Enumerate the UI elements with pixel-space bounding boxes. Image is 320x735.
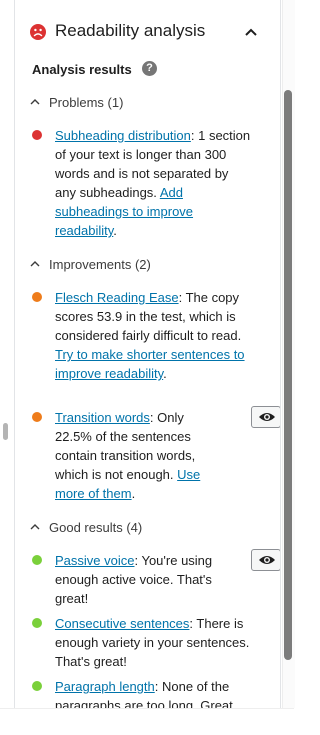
status-bullet-orange <box>32 412 42 422</box>
scrollbar-thumb[interactable] <box>284 90 292 660</box>
status-bullet-green <box>32 618 42 628</box>
group-problems-toggle[interactable]: Problems (1) <box>29 95 123 111</box>
result-paragraph-length: Paragraph length: None of the paragraphs… <box>29 677 279 708</box>
readability-header[interactable]: Readability analysis <box>15 14 280 50</box>
result-title-link[interactable]: Subheading distribution <box>55 128 191 143</box>
status-bullet-green <box>32 681 42 691</box>
help-icon[interactable]: ? <box>142 61 157 76</box>
result-title-link[interactable]: Paragraph length <box>55 679 155 694</box>
chevron-up-icon <box>30 99 40 105</box>
result-text: Passive voice: You're using enough activ… <box>55 553 213 606</box>
result-title-link[interactable]: Passive voice <box>55 553 134 568</box>
panel-title: Readability analysis <box>55 21 206 40</box>
result-text: Flesch Reading Ease: The copy scores 53.… <box>55 290 245 381</box>
group-good-results-toggle[interactable]: Good results (4) <box>29 520 142 536</box>
result-flesch-reading-ease: Flesch Reading Ease: The copy scores 53.… <box>29 288 279 403</box>
status-bullet-orange <box>32 292 42 302</box>
status-bullet-green <box>32 555 42 565</box>
highlight-toggle-button[interactable] <box>251 406 280 428</box>
resize-handle[interactable] <box>3 423 8 440</box>
result-passive-voice: Passive voice: You're using enough activ… <box>29 549 280 611</box>
result-consecutive-sentences: Consecutive sentences: There is enough v… <box>29 614 279 674</box>
result-title-link[interactable]: Flesch Reading Ease <box>55 290 179 305</box>
highlight-toggle-button[interactable] <box>251 549 280 571</box>
result-text: Paragraph length: None of the paragraphs… <box>55 679 233 708</box>
group-good-results-label: Good results (4) <box>49 520 143 535</box>
result-title-link[interactable]: Consecutive sentences <box>55 616 189 631</box>
sad-face-icon <box>30 24 46 40</box>
group-improvements-toggle[interactable]: Improvements (2) <box>29 257 151 273</box>
result-text: Transition words: Only 22.5% of the sent… <box>55 410 201 501</box>
chevron-up-icon <box>30 524 40 530</box>
eye-icon <box>259 556 275 564</box>
result-title-link[interactable]: Transition words <box>55 410 150 425</box>
panel-footer <box>0 708 294 735</box>
result-text: Subheading distribution: 1 section of yo… <box>55 128 251 238</box>
result-text: Consecutive sentences: There is enough v… <box>55 616 250 669</box>
chevron-up-icon <box>30 261 40 267</box>
readability-panel: Readability analysis Analysis results ? … <box>14 0 281 708</box>
eye-icon <box>259 413 275 421</box>
group-improvements-label: Improvements (2) <box>49 257 151 272</box>
chevron-up-icon[interactable] <box>243 24 259 40</box>
analysis-results-heading: Analysis results <box>32 62 132 77</box>
status-bullet-red <box>32 130 42 140</box>
group-problems-label: Problems (1) <box>49 95 124 110</box>
result-subheading-distribution: Subheading distribution: 1 section of yo… <box>29 126 279 241</box>
result-help-link[interactable]: Try to make shorter sentences to improve… <box>55 347 245 381</box>
result-transition-words: Transition words: Only 22.5% of the sent… <box>29 406 280 503</box>
